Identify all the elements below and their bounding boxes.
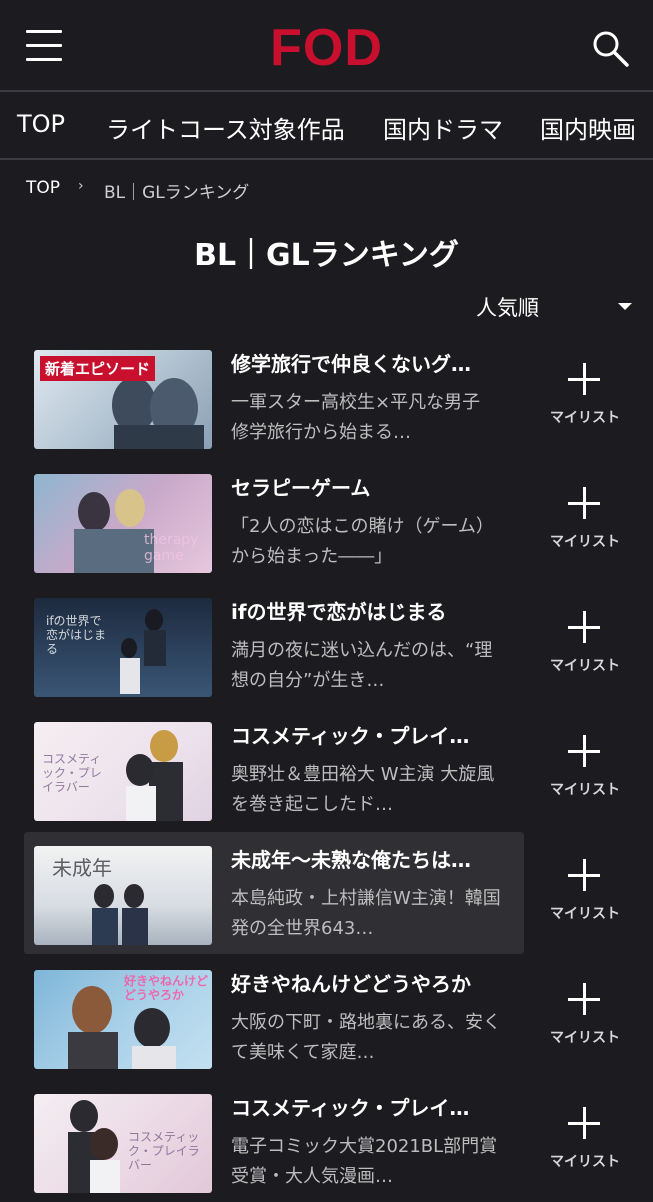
list-item[interactable]: コスメティック・プレイラバー コスメティック・プレイ… 奥野壮＆豊田裕大 W主演… [24,708,524,830]
item-title: ifの世界で恋がはじまる [231,600,447,624]
mylist-label: マイリスト [550,906,620,922]
item-description: 一軍スター高校生×平凡な男子 修学旅行から始まる… [231,392,481,443]
caret-down-icon [618,303,632,310]
mylist-label: マイリスト [550,534,620,550]
mylist-label: マイリスト [550,1030,620,1046]
thumbnail: コスメティック・プレイラバー [34,722,212,821]
item-description: 大阪の下町・路地裏にある、安くて美味くて家庭… [231,1012,501,1063]
add-mylist-button[interactable]: マイリスト [540,600,630,690]
add-mylist-button[interactable]: マイリスト [540,476,630,566]
thumbnail: 好きやねんけどどうやろか [34,970,212,1069]
mylist-label: マイリスト [550,782,620,798]
item-title: コスメティック・プレイ… [231,1096,470,1120]
thumbnail-title: コスメティック・プレイラバー [128,1130,200,1172]
sort-label: 人気順 [476,296,539,320]
plus-icon-v [582,487,586,519]
item-description: 奥野壮＆豊田裕大 W主演 大旋風を巻き起こしたド… [231,764,495,815]
list-item[interactable]: ifの世界で恋がはじまる ifの世界で恋がはじまる 満月の夜に迷い込んだのは、“… [24,584,524,706]
plus-icon-v [582,983,586,1015]
item-description: 本島純政・上村謙信W主演！韓国発の全世界643… [231,888,501,939]
plus-icon-v [582,363,586,395]
thumbnail-title: 好きやねんけどどうやろか [124,974,209,1002]
item-description: 「2人の恋はこの賭け（ゲーム）から始まった――」 [231,516,494,567]
thumbnail-title: ifの世界で恋がはじまる [46,614,107,656]
nav-divider [0,158,653,160]
page-title: BL｜GLランキング [194,238,459,273]
thumbnail: コスメティック・プレイラバー [34,1094,212,1193]
category-nav: TOP ライトコース対象作品 国内ドラマ 国内映画 [0,92,653,158]
add-mylist-button[interactable]: マイリスト [540,352,630,442]
search-icon[interactable] [590,28,632,68]
item-title: コスメティック・プレイ… [231,724,470,748]
item-title: 未成年〜未熟な俺たちは… [231,848,471,872]
item-title: セラピーゲーム [231,476,371,500]
list-item[interactable]: コスメティック・プレイラバー コスメティック・プレイ… 電子コミック大賞2021… [24,1080,524,1202]
plus-icon-v [582,735,586,767]
sort-dropdown[interactable]: 人気順 [476,292,636,322]
chevron-right-icon: › [78,178,84,194]
thumbnail: 未成年 [34,846,212,945]
list-item[interactable]: 未成年 未成年〜未熟な俺たちは… 本島純政・上村謙信W主演！韓国発の全世界643… [24,832,524,954]
mylist-label: マイリスト [550,658,620,674]
thumbnail-title: コスメティック・プレイラバー [42,752,102,794]
thumbnail: therapy game [34,474,212,573]
plus-icon-v [582,1107,586,1139]
breadcrumb: TOP › BL｜GLランキング [26,178,249,203]
thumbnail: 新着エピソード [34,350,212,449]
plus-icon-v [582,611,586,643]
add-mylist-button[interactable]: マイリスト [540,848,630,938]
add-mylist-button[interactable]: マイリスト [540,1096,630,1186]
thumbnail-title: therapy game [144,532,199,564]
list-item[interactable]: 好きやねんけどどうやろか 好きやねんけどどうやろか 大阪の下町・路地裏にある、安… [24,956,524,1078]
fod-logo[interactable]: FOD [0,18,653,78]
nav-tab-domestic-movie[interactable]: 国内映画 [540,110,636,145]
new-episode-badge: 新着エピソード [40,356,156,381]
nav-tab-top[interactable]: TOP [17,110,65,138]
add-mylist-button[interactable]: マイリスト [540,724,630,814]
app-header: FOD [0,0,653,90]
mylist-label: マイリスト [550,1154,620,1170]
item-description: 電子コミック大賞2021BL部門賞受賞・大人気漫画… [231,1136,498,1187]
plus-icon-v [582,859,586,891]
item-title: 修学旅行で仲良くないグ… [231,352,471,376]
add-mylist-button[interactable]: マイリスト [540,972,630,1062]
nav-tab-light-course[interactable]: ライトコース対象作品 [106,110,345,145]
breadcrumb-home[interactable]: TOP [26,178,60,198]
item-title: 好きやねんけどどうやろか [231,972,471,996]
nav-tab-domestic-drama[interactable]: 国内ドラマ [383,110,503,145]
list-item[interactable]: 新着エピソード 修学旅行で仲良くないグ… 一軍スター高校生×平凡な男子 修学旅行… [24,336,524,458]
thumbnail-title: 未成年 [52,856,112,880]
thumbnail: ifの世界で恋がはじまる [34,598,212,697]
mylist-label: マイリスト [550,410,620,426]
list-item[interactable]: therapy game セラピーゲーム 「2人の恋はこの賭け（ゲーム）から始ま… [24,460,524,582]
breadcrumb-current: BL｜GLランキング [104,183,250,203]
item-description: 満月の夜に迷い込んだのは、“理想の自分”が生き… [231,640,493,691]
